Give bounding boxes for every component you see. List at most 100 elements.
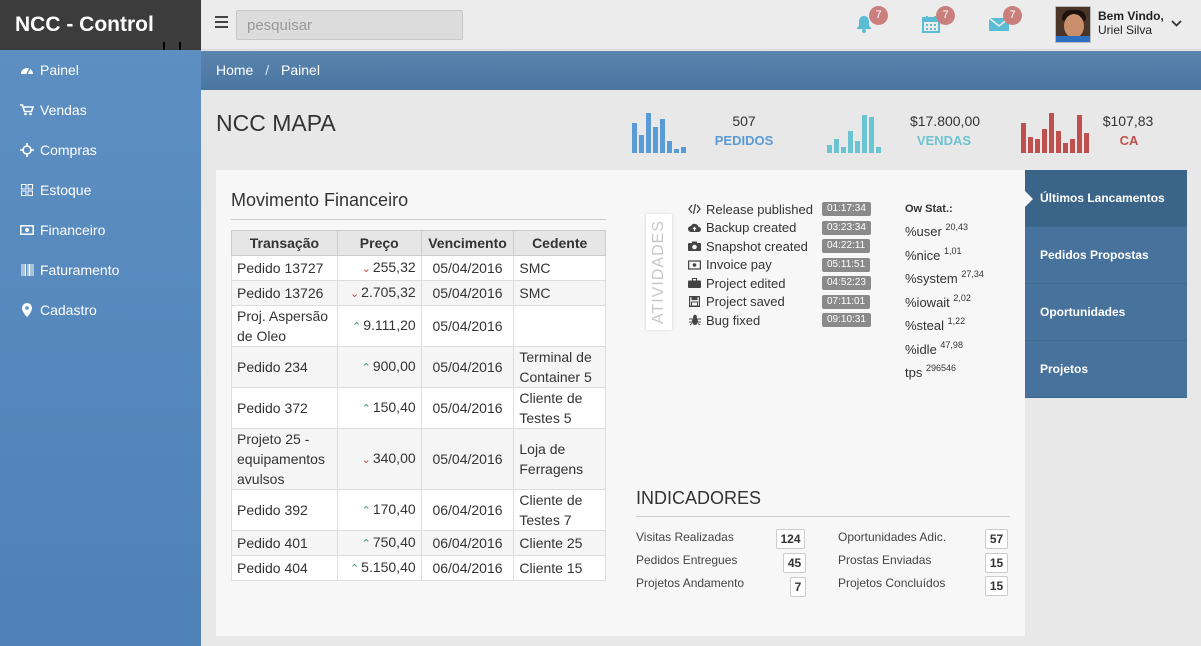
- indicator-label: Projetos Concluídos: [838, 576, 946, 590]
- ow-stat-value: 20,43: [945, 222, 969, 232]
- grid-icon: [20, 183, 34, 197]
- transacao-cell: Pedido 401: [231, 530, 338, 556]
- vencimento-cell: 05/04/2016: [420, 387, 515, 429]
- ow-stat-item: tps 296546: [905, 363, 957, 380]
- breadcrumb-home-link[interactable]: Home: [216, 62, 253, 78]
- breadcrumb-current: Painel: [281, 62, 320, 78]
- messages-button[interactable]: 7: [982, 6, 1022, 42]
- sidebar-item-label: Estoque: [40, 182, 92, 198]
- table-row[interactable]: Pedido 392 ⌃ 170,40 06/04/2016 Cliente de Te…: [231, 489, 606, 531]
- user-menu[interactable]: Bem Vindo, Uriel Silva: [1098, 9, 1164, 37]
- tab-oportunidades[interactable]: Oportunidades: [1025, 284, 1187, 341]
- calendar-button[interactable]: 7: [915, 6, 955, 42]
- crosshair-icon: [20, 143, 34, 157]
- table-row[interactable]: Pedido 404 ⌃ 5.150,40 06/04/2016 Cliente 15: [231, 555, 606, 581]
- preco-cell: ⌄ 255,32: [336, 255, 422, 281]
- ow-stat-item: %system 27,34: [905, 269, 984, 286]
- cedente-cell: Cliente 15: [513, 555, 606, 581]
- transacao-cell: Pedido 13727: [231, 255, 338, 281]
- indicator-label: Prostas Enviadas: [838, 553, 932, 567]
- activity-time: 04:52:23: [822, 276, 871, 290]
- transacao-cell: Pedido 234: [231, 346, 338, 388]
- cedente-cell: [513, 305, 606, 347]
- table-row[interactable]: Pedido 372 ⌃ 150,40 05/04/2016 Cliente de Te…: [231, 387, 606, 429]
- activity-item: Bug fixed 09:10:31: [688, 311, 878, 330]
- sidebar-item-compras[interactable]: Compras: [0, 130, 201, 170]
- preco-cell: ⌃ 750,40: [336, 530, 422, 556]
- table-row[interactable]: Pedido 13726 ⌄ 2.705,32 05/04/2016 SMC: [231, 280, 606, 306]
- preco-cell: ⌃ 5.150,40: [336, 555, 422, 581]
- top-bar: 7 7 7 Bem Vindo, Uriel Silva: [201, 0, 1201, 50]
- save-icon: [688, 296, 701, 308]
- sidebar: Painel Vendas Compras Estoque Financeiro…: [0, 50, 201, 646]
- sidebar-item-label: Compras: [40, 142, 97, 158]
- camera-icon: [688, 241, 701, 252]
- table-row[interactable]: Pedido 13727 ⌄ 255,32 05/04/2016 SMC: [231, 255, 606, 281]
- price-value: 750,40: [372, 534, 416, 550]
- tab-projetos[interactable]: Projetos: [1025, 341, 1187, 398]
- cloud-upload-icon: [688, 223, 701, 233]
- ow-stat-item: %steal 1,22: [905, 316, 966, 333]
- column-header[interactable]: Vencimento: [420, 230, 515, 256]
- column-header[interactable]: Preço: [336, 230, 422, 256]
- indicadores-title: INDICADORES: [636, 488, 762, 508]
- menu-toggle-icon[interactable]: [215, 16, 228, 28]
- tab-pedidos-propostas[interactable]: Pedidos Propostas: [1025, 227, 1187, 284]
- activity-item: Release published 01:17:34: [688, 200, 878, 219]
- sidebar-item-faturamento[interactable]: Faturamento: [0, 250, 201, 290]
- chevron-down-icon: ⌄: [361, 263, 371, 275]
- indicator-value: 45: [783, 553, 806, 573]
- preco-cell: ⌃ 9.111,20: [336, 305, 422, 347]
- chevron-down-icon[interactable]: [1171, 20, 1182, 28]
- ow-stat-value: 27,34: [961, 269, 984, 279]
- activity-item: Project saved 07:11:01: [688, 293, 878, 312]
- vencimento-cell: 06/04/2016: [420, 555, 515, 581]
- ow-stat-value: 47,98: [940, 339, 963, 350]
- activity-label: Project saved: [706, 294, 785, 310]
- sidebar-item-vendas[interactable]: Vendas: [0, 90, 201, 130]
- indicator-value: 124: [776, 529, 805, 549]
- sidebar-item-cadastro[interactable]: Cadastro: [0, 290, 201, 330]
- search-input[interactable]: [236, 10, 463, 40]
- column-header[interactable]: Transação: [231, 230, 338, 256]
- avatar[interactable]: [1055, 6, 1091, 43]
- breadcrumb: Home / Painel: [201, 51, 1201, 90]
- brand-name: NCC - Control: [15, 13, 154, 36]
- preco-cell: ⌃ 170,40: [336, 489, 422, 531]
- price-value: 2.705,32: [361, 284, 416, 300]
- ow-stat-item: %nice 1,01: [905, 245, 962, 263]
- table-row[interactable]: Proj. Aspersão de Oleo ⌃ 9.111,20 05/04/201…: [231, 305, 606, 347]
- movimento-title: Movimento Financeiro: [231, 190, 409, 210]
- preco-cell: ⌄ 2.705,32: [336, 280, 422, 306]
- calendar-count-badge: 7: [936, 6, 955, 25]
- sidebar-item-label: Vendas: [40, 102, 87, 118]
- divider: [636, 516, 1010, 517]
- cedente-cell: Cliente de Testes 5: [513, 387, 606, 429]
- main-panel: Movimento Financeiro Transação Preço Ven…: [216, 170, 1025, 636]
- ow-stat-item: %idle 47,98: [905, 339, 963, 357]
- indicator-label: Oportunidades Adic.: [838, 530, 947, 544]
- movimento-table: Transação Preço Vencimento Cedente Pedid…: [231, 230, 606, 581]
- stat-label: CA: [1119, 133, 1139, 148]
- table-row[interactable]: Pedido 401 ⌃ 750,40 06/04/2016 Cliente 25: [231, 530, 606, 556]
- tab-ultimos-lancamentos[interactable]: Últimos Lancamentos: [1025, 170, 1187, 227]
- table-row[interactable]: Pedido 234 ⌃ 900,00 05/04/2016 Terminal de C…: [231, 346, 606, 388]
- vencimento-cell: 06/04/2016: [420, 489, 515, 531]
- sidebar-item-estoque[interactable]: Estoque: [0, 170, 201, 210]
- sidebar-item-label: Financeiro: [40, 222, 106, 238]
- ow-stat-title: Ow Stat.:: [905, 203, 953, 215]
- barcode-icon: [20, 263, 34, 277]
- cedente-cell: Cliente de Testes 7: [513, 489, 606, 531]
- indicator-value: 15: [985, 553, 1008, 573]
- map-marker-icon: [20, 303, 34, 317]
- sidebar-item-painel[interactable]: Painel: [0, 50, 201, 90]
- sidebar-item-financeiro[interactable]: Financeiro: [0, 210, 201, 250]
- vencimento-cell: 05/04/2016: [420, 280, 515, 306]
- transacao-cell: Pedido 404: [231, 555, 338, 581]
- stat-value: $17.800,00: [909, 113, 981, 129]
- cedente-cell: Terminal de Container 5: [513, 346, 606, 388]
- table-row[interactable]: Projeto 25 - equipamentos avulsos ⌄ 340,00…: [231, 428, 606, 490]
- notifications-button[interactable]: 7: [848, 6, 888, 42]
- brand-logo[interactable]: NCC - Control: [0, 0, 201, 50]
- column-header[interactable]: Cedente: [513, 230, 606, 256]
